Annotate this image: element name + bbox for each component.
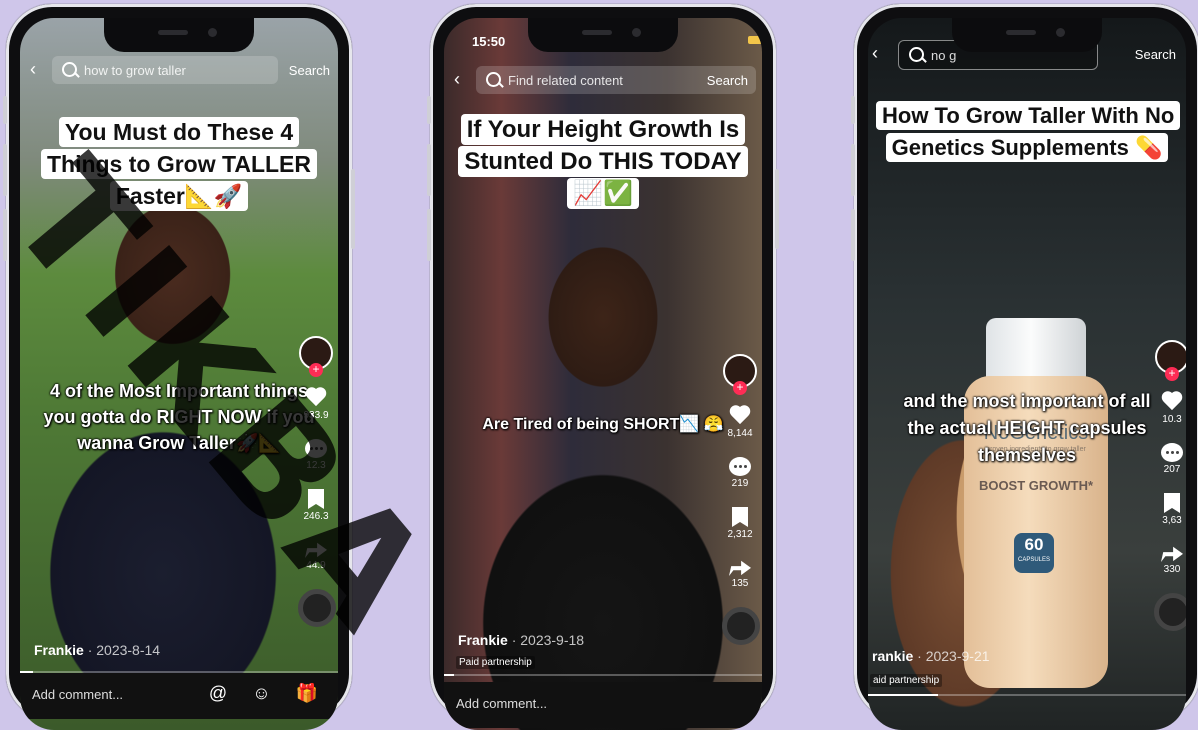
search-icon (62, 62, 77, 77)
search-icon (909, 47, 924, 62)
search-input[interactable]: how to grow taller (52, 56, 278, 84)
search-text: no g (931, 48, 957, 63)
comment-actions-icons[interactable]: @ ☺ 🎁 (209, 683, 328, 704)
post-date: · 2023-8-14 (87, 642, 161, 658)
search-bar: ‹ how to grow taller Search (20, 56, 338, 84)
search-icon (486, 72, 501, 87)
video-caption: Are Tired of being SHORT📉 😤 (482, 416, 724, 433)
action-rail: + 8,144 219 2,312 135 (722, 354, 760, 645)
save-count: 2,312 (727, 529, 753, 540)
video-progress[interactable] (868, 694, 1186, 696)
back-icon[interactable]: ‹ (30, 60, 36, 78)
video-caption: 4 of the Most Important things you gotta… (43, 381, 315, 453)
video-title: If Your Height Growth Is Stunted Do THIS… (444, 114, 762, 210)
capsule-count-badge: 60 CAPSULES (1014, 533, 1054, 573)
comment-count: 207 (1163, 464, 1181, 475)
like-count: 933.9 (303, 410, 329, 421)
search-text: Find related content (508, 73, 623, 88)
supplement-bottle: NoGenetics proven ingredients to grow ta… (964, 318, 1108, 688)
action-rail: + 10.3 207 3,63 330 (1154, 340, 1186, 631)
save-count: 246.3 (303, 511, 329, 522)
follow-icon[interactable]: + (733, 381, 747, 395)
like-count: 8,144 (727, 428, 753, 439)
author-line: Frankie · 2023-9-18 (458, 632, 584, 648)
post-date: · 2023-9-18 (511, 632, 585, 648)
bottle-claim: BOOST GROWTH* (978, 478, 1094, 493)
creator-avatar[interactable]: + (299, 336, 333, 377)
heart-icon[interactable] (729, 406, 751, 426)
share-icon[interactable] (729, 560, 751, 576)
search-text: how to grow taller (84, 63, 186, 78)
follow-icon[interactable]: + (309, 363, 323, 377)
phone-3-screen: ‹ no g Search How To Grow Taller With No… (868, 18, 1186, 730)
back-icon[interactable]: ‹ (454, 70, 460, 88)
share-count: 135 (731, 578, 749, 589)
save-count: 3,63 (1162, 515, 1182, 526)
capsule-unit: CAPSULES (1017, 557, 1050, 563)
comment-icon[interactable] (305, 439, 327, 458)
follow-icon[interactable]: + (1165, 367, 1179, 381)
like-count: 10.3 (1162, 414, 1182, 425)
comment-bar: Add comment... @ ☺ 🎁 (20, 673, 338, 719)
comment-input[interactable]: Add comment... (456, 696, 547, 711)
video-caption: and the most important of all the actual… (903, 391, 1151, 465)
music-disc-icon[interactable] (1154, 593, 1186, 631)
capsule-count: 60 (1024, 535, 1044, 554)
bookmark-icon[interactable] (732, 507, 748, 527)
search-button[interactable]: Search (289, 63, 330, 78)
video-title: How To Grow Taller With No Genetics Supp… (868, 100, 1186, 164)
music-disc-icon[interactable] (722, 607, 760, 645)
comment-input[interactable]: Add comment... (32, 687, 123, 702)
comment-bar: Add comment... (444, 682, 762, 728)
status-time: 15:50 (472, 34, 506, 49)
phone-3: ‹ no g Search How To Grow Taller With No… (851, 4, 1198, 730)
comment-count: 219 (731, 478, 749, 489)
search-bar: ‹ Find related content Search (444, 66, 762, 94)
bookmark-icon[interactable] (1164, 493, 1180, 513)
author-line: Frankie · 2023-8-14 (34, 642, 160, 658)
comment-icon[interactable] (1161, 443, 1183, 462)
comment-icon[interactable] (729, 457, 751, 476)
share-icon[interactable] (305, 542, 327, 558)
back-icon[interactable]: ‹ (872, 44, 878, 62)
author-name[interactable]: rankie (872, 648, 913, 664)
share-icon[interactable] (1161, 546, 1183, 562)
phone-2-screen: 15:50 ‹ Find related content Search If Y… (444, 18, 762, 730)
share-count: 44.9 (306, 560, 326, 571)
action-rail: + 933.9 12.3 246.3 44.9 (298, 336, 336, 627)
phone-notch (104, 18, 254, 52)
phone-1-screen: ‹ how to grow taller Search You Must do … (20, 18, 338, 730)
author-name[interactable]: Frankie (34, 642, 84, 658)
heart-icon[interactable] (1161, 392, 1183, 412)
paid-partnership-badge: Paid partnership (456, 656, 535, 669)
status-bar: 15:50 (472, 34, 762, 49)
phone-notch (952, 18, 1102, 52)
post-date: · 2023-9-21 (917, 648, 990, 664)
author-line: rankie · 2023-9-21 (872, 648, 990, 664)
author-name[interactable]: Frankie (458, 632, 508, 648)
video-title: You Must do These 4 Things to Grow TALLE… (20, 116, 338, 212)
share-count: 330 (1163, 564, 1181, 575)
paid-partnership-badge: aid partnership (870, 674, 943, 687)
creator-avatar[interactable]: + (723, 354, 757, 395)
bookmark-icon[interactable] (308, 489, 324, 509)
music-disc-icon[interactable] (298, 589, 336, 627)
phone-notch (528, 18, 678, 52)
search-button[interactable]: Search (1135, 47, 1176, 62)
creator-avatar[interactable]: + (1155, 340, 1186, 381)
video-progress[interactable] (444, 674, 762, 676)
heart-icon[interactable] (305, 388, 327, 408)
phone-1: ‹ how to grow taller Search You Must do … (3, 4, 355, 730)
search-input[interactable]: Find related content Search (476, 66, 756, 94)
battery-icon (748, 36, 762, 44)
search-button[interactable]: Search (707, 73, 748, 88)
phone-2: 15:50 ‹ Find related content Search If Y… (427, 4, 779, 730)
comment-count: 12.3 (306, 460, 326, 471)
